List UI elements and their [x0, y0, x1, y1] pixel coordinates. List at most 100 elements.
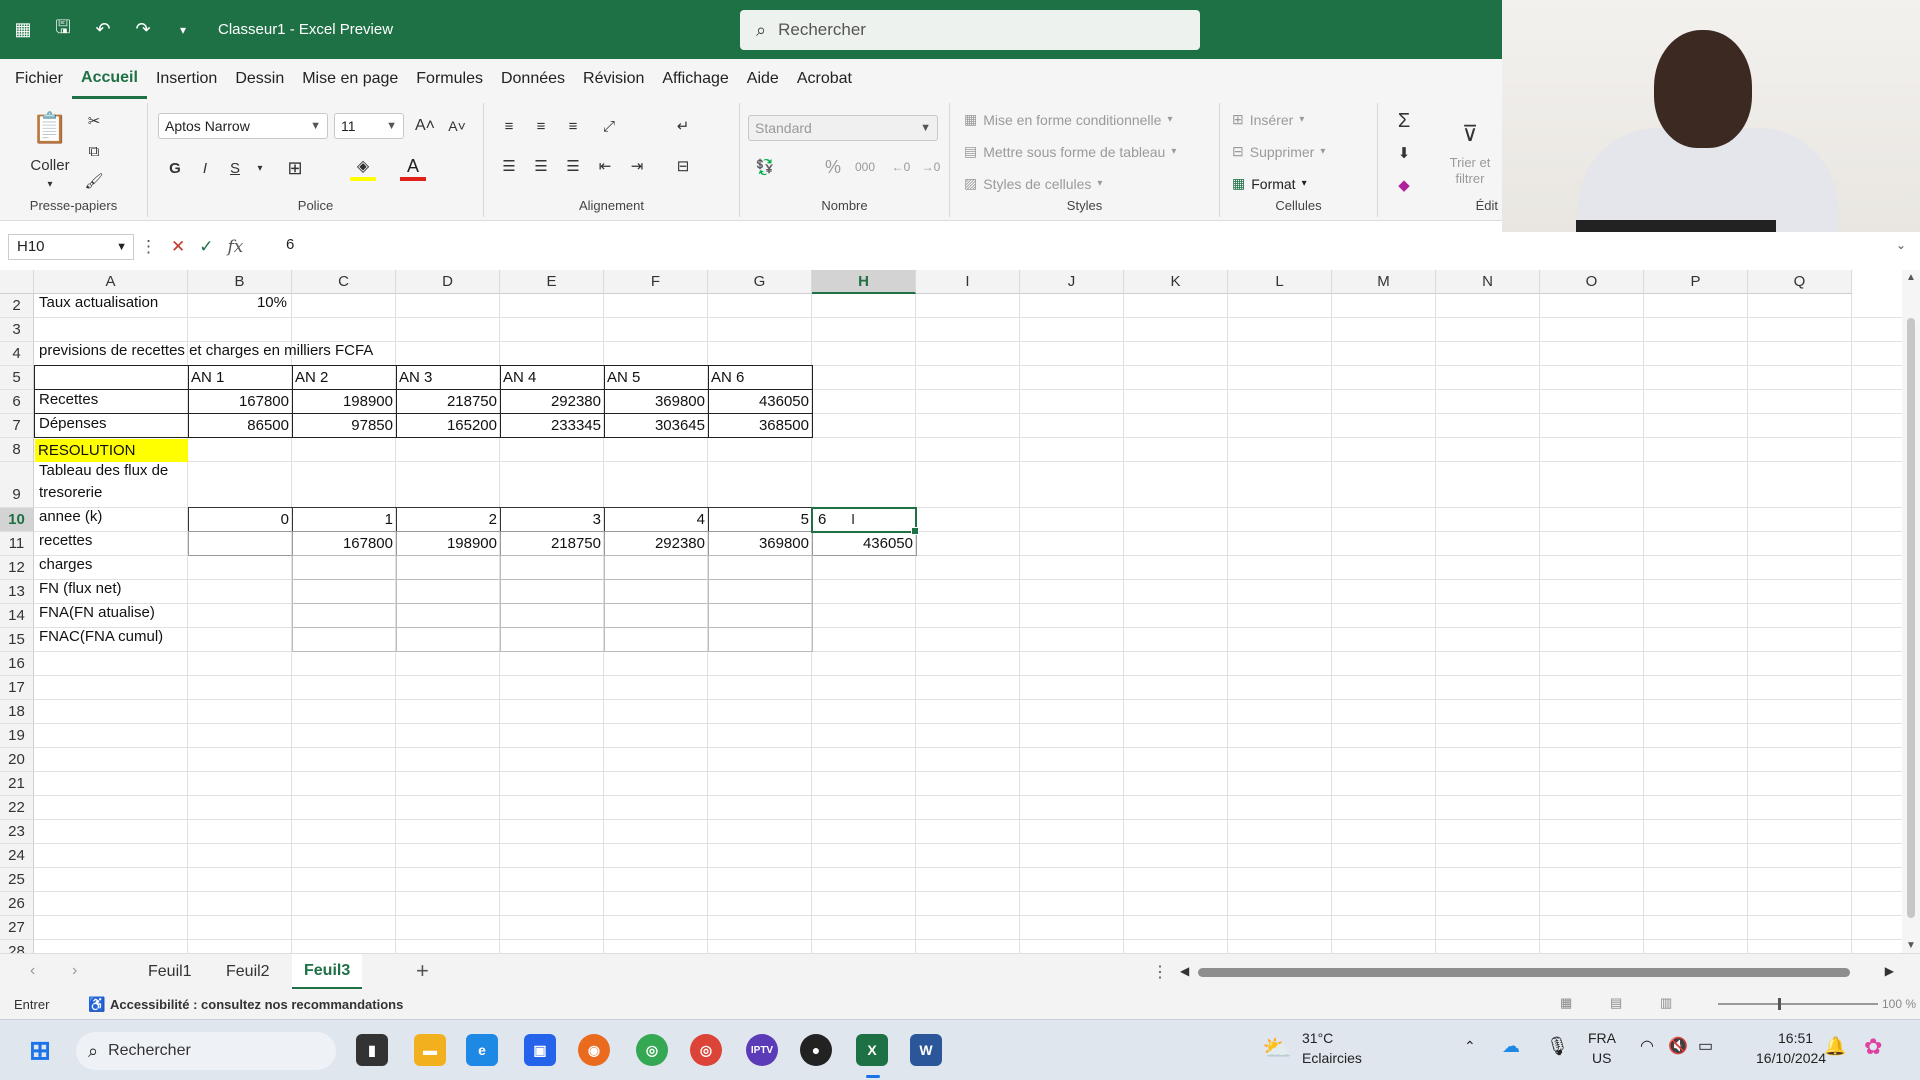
tab-accueil[interactable]: Accueil	[72, 59, 147, 99]
row-header-22[interactable]: 22	[0, 796, 34, 820]
row-header-15[interactable]: 15	[0, 628, 34, 652]
edge-icon[interactable]: e	[466, 1034, 498, 1066]
file-explorer-icon[interactable]: ▬	[414, 1034, 446, 1066]
scroll-right-icon[interactable]: ▶	[1885, 964, 1894, 978]
underline-button[interactable]: S	[222, 155, 248, 181]
row-header-3[interactable]: 3	[0, 318, 34, 342]
row-header-28[interactable]: 28	[0, 940, 34, 953]
row-header-9[interactable]: 9	[0, 462, 34, 508]
increase-indent-icon[interactable]: ⇥	[626, 155, 648, 177]
percent-icon[interactable]: %	[820, 155, 846, 179]
cell-a11[interactable]: recettes	[36, 532, 95, 549]
name-box[interactable]: H10 ▼	[8, 234, 134, 260]
battery-icon[interactable]: ▭	[1698, 1036, 1713, 1056]
increase-font-icon[interactable]: A˄	[412, 113, 438, 139]
row-header-14[interactable]: 14	[0, 604, 34, 628]
weather-temp[interactable]: 31°C	[1302, 1030, 1333, 1046]
decrease-indent-icon[interactable]: ⇤	[594, 155, 616, 177]
column-header-p[interactable]: P	[1644, 270, 1748, 294]
scroll-up-icon[interactable]: ▲	[1906, 272, 1916, 283]
horizontal-scrollbar[interactable]: ◀ ▶	[1180, 964, 1894, 980]
iptv-icon[interactable]: IPTV	[746, 1034, 778, 1066]
italic-button[interactable]: I	[192, 155, 218, 181]
decrease-decimal-icon[interactable]: →0	[918, 155, 944, 179]
media-app-icon[interactable]: ●	[800, 1034, 832, 1066]
tab-formules[interactable]: Formules	[407, 59, 492, 99]
show-hidden-icons-icon[interactable]: ⌃	[1464, 1038, 1476, 1055]
horizontal-scroll-thumb[interactable]	[1198, 968, 1850, 977]
weather-desc[interactable]: Eclaircies	[1302, 1050, 1362, 1066]
paste-icon[interactable]: 📋	[26, 109, 74, 147]
row-header-17[interactable]: 17	[0, 676, 34, 700]
column-header-m[interactable]: M	[1332, 270, 1436, 294]
tab-split-icon[interactable]: ⋮	[1152, 962, 1168, 982]
save-icon[interactable]: 🖫	[46, 13, 80, 47]
tab-donnees[interactable]: Données	[492, 59, 574, 99]
column-header-i[interactable]: I	[916, 270, 1020, 294]
add-sheet-icon[interactable]: +	[416, 958, 429, 984]
format-button[interactable]: ▦ Format ▾	[1232, 175, 1307, 192]
tab-fichier[interactable]: Fichier	[6, 59, 72, 99]
excel-taskbar-icon[interactable]: X	[856, 1034, 888, 1066]
paste-button[interactable]: Coller	[24, 155, 76, 175]
cell-a4[interactable]: previsions de recettes et charges en mil…	[36, 342, 376, 359]
active-cell-h10[interactable]: 6 I	[811, 507, 919, 535]
row-header-8[interactable]: 8	[0, 438, 34, 462]
sheet-tab-feuil2[interactable]: Feuil2	[214, 954, 282, 990]
firefox-icon[interactable]: ◉	[578, 1034, 610, 1066]
onedrive-icon[interactable]: ☁	[1502, 1036, 1520, 1057]
prev-sheet-icon[interactable]: ‹	[30, 962, 35, 980]
cell-a10[interactable]: annee (k)	[36, 508, 105, 525]
cell-b2[interactable]: 10%	[190, 294, 290, 311]
column-header-l[interactable]: L	[1228, 270, 1332, 294]
delete-button[interactable]: ⊟ Supprimer ▾	[1232, 143, 1325, 160]
column-header-n[interactable]: N	[1436, 270, 1540, 294]
cell-a13[interactable]: FN (flux net)	[36, 580, 125, 597]
column-header-f[interactable]: F	[604, 270, 708, 294]
row-header-24[interactable]: 24	[0, 844, 34, 868]
font-name-dropdown[interactable]: Aptos Narrow ▼	[158, 113, 328, 139]
tab-aide[interactable]: Aide	[738, 59, 788, 99]
cell-a2[interactable]: Taux actualisation	[36, 294, 161, 311]
spreadsheet-grid[interactable]: ABCDEFGHIJKLMNOPQ 2 3 4 5 6 7 8 9 10 11 12 13 14 15 16…	[0, 270, 1920, 953]
clock-time[interactable]: 16:51	[1778, 1030, 1813, 1046]
zoom-level[interactable]: 100 %	[1882, 997, 1916, 1011]
undo-icon[interactable]: ↶	[86, 13, 120, 47]
next-sheet-icon[interactable]: ›	[72, 962, 77, 980]
insert-button[interactable]: ⊞ Insérer ▾	[1232, 111, 1304, 128]
volume-muted-icon[interactable]: 🔇	[1668, 1036, 1688, 1056]
accessibility-status[interactable]: Accessibilité : consultez nos recommanda…	[110, 997, 403, 1012]
tab-affichage[interactable]: Affichage	[653, 59, 737, 99]
scroll-down-icon[interactable]: ▼	[1906, 940, 1916, 951]
notifications-icon[interactable]: 🔔	[1824, 1036, 1846, 1057]
autosum-icon[interactable]: Σ	[1392, 109, 1416, 133]
weather-icon[interactable]: ⛅	[1262, 1034, 1292, 1063]
row-header-11[interactable]: 11	[0, 532, 34, 556]
row-header-10[interactable]: 10	[0, 508, 34, 532]
sort-filter-button[interactable]: Trier et filtrer	[1444, 153, 1496, 189]
increase-decimal-icon[interactable]: ←0	[888, 155, 914, 179]
page-layout-icon[interactable]: ▤	[1610, 995, 1622, 1011]
cell-a14[interactable]: FNA(FN atualise)	[36, 604, 158, 621]
underline-options-icon[interactable]: ▾	[252, 155, 268, 181]
row-header-12[interactable]: 12	[0, 556, 34, 580]
expand-formula-bar-icon[interactable]: ⌄	[1896, 238, 1906, 252]
cell-styles-button[interactable]: ▨ Styles de cellules ▾	[964, 175, 1102, 192]
confirm-icon[interactable]: ✓	[199, 237, 213, 257]
normal-view-icon[interactable]: ▦	[1560, 995, 1572, 1011]
row-header-6[interactable]: 6	[0, 390, 34, 414]
format-painter-icon[interactable]: 🖌	[82, 169, 106, 193]
align-middle-icon[interactable]: ≡	[530, 115, 552, 137]
row-header-20[interactable]: 20	[0, 748, 34, 772]
conditional-formatting-button[interactable]: ▦ Mise en forme conditionnelle ▾	[964, 111, 1172, 128]
zoom-slider-thumb[interactable]	[1778, 998, 1781, 1010]
font-size-dropdown[interactable]: 11 ▼	[334, 113, 404, 139]
sheet-tab-feuil3[interactable]: Feuil3	[292, 954, 363, 990]
tab-mise-en-page[interactable]: Mise en page	[293, 59, 407, 99]
copy-icon[interactable]: ⧉	[82, 139, 106, 163]
cancel-icon[interactable]: ✕	[171, 237, 185, 257]
formula-input[interactable]: 6	[286, 236, 294, 253]
tab-dessin[interactable]: Dessin	[226, 59, 293, 99]
chrome-icon[interactable]: ◎	[636, 1034, 668, 1066]
column-header-d[interactable]: D	[396, 270, 500, 294]
